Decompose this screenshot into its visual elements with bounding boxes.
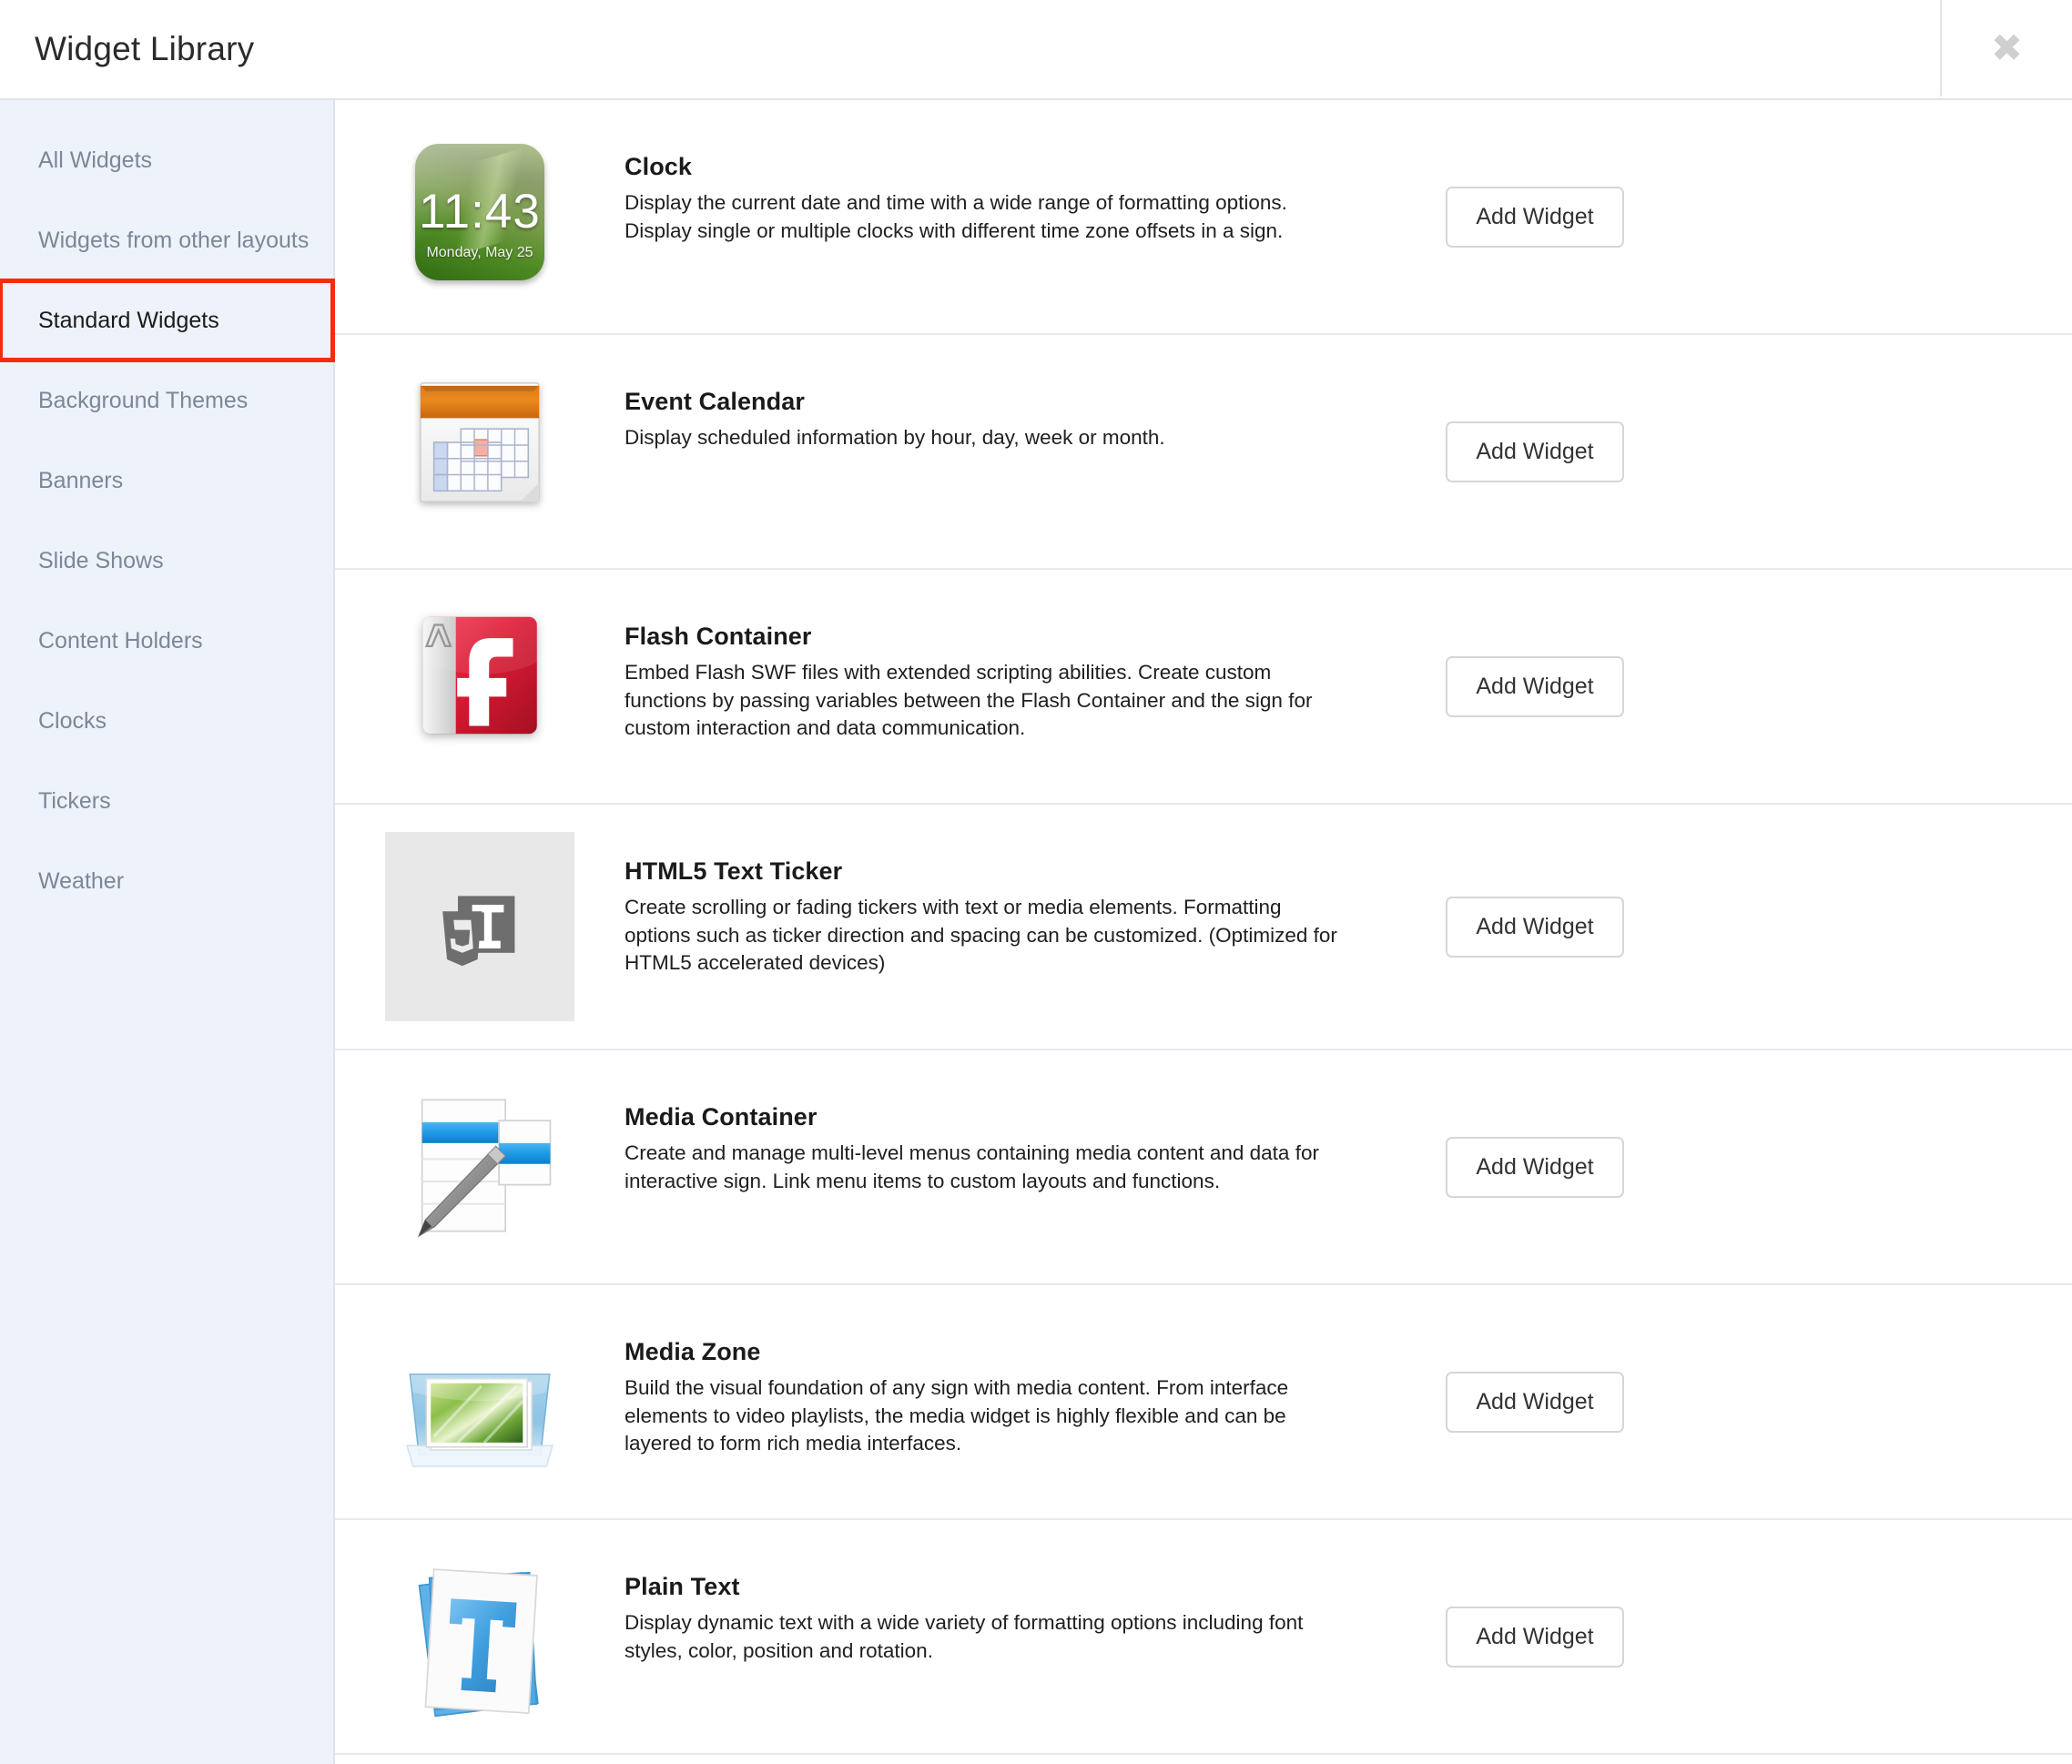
plain-text-icon	[418, 1568, 539, 1718]
widget-text-cell: Event Calendar Display scheduled informa…	[625, 362, 1380, 452]
widget-icon-cell	[335, 1547, 625, 1724]
widget-action-cell: Add Widget	[1380, 186, 1690, 248]
widget-action-cell: Add Widget	[1380, 896, 1690, 958]
close-icon[interactable]: ✖	[1942, 0, 2072, 96]
sidebar-item-widgets-from-other-layouts[interactable]: Widgets from other layouts	[0, 200, 333, 280]
widget-title: Media Zone	[625, 1338, 761, 1365]
sidebar-item-weather[interactable]: Weather	[0, 841, 333, 921]
flash-icon	[422, 616, 537, 735]
widget-icon-cell	[335, 1078, 625, 1249]
sidebar-item-standard-widgets[interactable]: Standard Widgets	[0, 279, 335, 362]
sidebar-item-all-widgets[interactable]: All Widgets	[0, 120, 333, 200]
widget-text-cell: Flash Container Embed Flash SWF files wi…	[625, 597, 1380, 743]
widget-row: Event Calendar Display scheduled informa…	[335, 335, 2072, 570]
clock-icon-time: 11:43	[419, 184, 541, 238]
widget-action-cell: Add Widget	[1380, 1371, 1690, 1433]
dialog-body: All Widgets Widgets from other layouts S…	[0, 100, 2072, 1764]
widget-description: Create and manage multi-level menus cont…	[625, 1141, 1319, 1192]
widget-library-dialog: Widget Library ✖ All Widgets Widgets fro…	[0, 0, 2072, 1764]
widget-title: Event Calendar	[625, 388, 805, 415]
widget-title: Clock	[625, 153, 693, 180]
sidebar-item-label: Content Holders	[38, 627, 203, 654]
media-container-icon	[417, 1099, 552, 1238]
sidebar-item-label: Widgets from other layouts	[38, 227, 310, 253]
clock-icon-date: Monday, May 25	[426, 244, 533, 260]
media-zone-icon	[406, 1374, 554, 1467]
add-widget-button[interactable]: Add Widget	[1446, 1136, 1624, 1198]
sidebar-item-label: All Widgets	[38, 147, 153, 173]
widget-title: HTML5 Text Ticker	[625, 857, 843, 885]
widget-row: Media Container Create and manage multi-…	[335, 1050, 2072, 1285]
widget-text-cell: HTML5 Text Ticker Create scrolling or fa…	[625, 832, 1380, 978]
sidebar-item-label: Background Themes	[38, 387, 249, 413]
widget-action-cell: Add Widget	[1380, 655, 1690, 717]
widget-action-cell: Add Widget	[1380, 421, 1690, 482]
sidebar-item-label: Slide Shows	[38, 547, 164, 573]
add-widget-button[interactable]: Add Widget	[1446, 896, 1624, 958]
widget-text-cell: Media Container Create and manage multi-…	[625, 1078, 1380, 1195]
widget-title: Media Container	[625, 1103, 818, 1130]
sidebar-item-label: Tickers	[38, 787, 111, 814]
add-widget-button[interactable]: Add Widget	[1446, 421, 1624, 482]
sidebar-item-tickers[interactable]: Tickers	[0, 761, 333, 841]
category-sidebar: All Widgets Widgets from other layouts S…	[0, 100, 335, 1764]
sidebar-item-slide-shows[interactable]: Slide Shows	[0, 521, 333, 601]
html5-ticker-icon	[385, 832, 574, 1021]
widget-description: Embed Flash SWF files with extended scri…	[625, 661, 1313, 740]
sidebar-item-background-themes[interactable]: Background Themes	[0, 360, 333, 441]
widget-description: Build the visual foundation of any sign …	[625, 1376, 1289, 1455]
widget-action-cell: Add Widget	[1380, 1606, 1690, 1668]
widget-row: Media Zone Build the visual foundation o…	[335, 1285, 2072, 1520]
widget-row: Plain Text Display dynamic text with a w…	[335, 1520, 2072, 1755]
sidebar-item-label: Banners	[38, 467, 124, 493]
widget-description: Create scrolling or fading tickers with …	[625, 896, 1337, 975]
sidebar-item-clocks[interactable]: Clocks	[0, 681, 333, 761]
sidebar-item-banners[interactable]: Banners	[0, 441, 333, 521]
widget-icon-cell	[335, 597, 625, 743]
add-widget-button[interactable]: Add Widget	[1446, 1606, 1624, 1668]
widget-list: 11:43 Monday, May 25 Clock Display the c…	[335, 100, 2072, 1764]
sidebar-item-label: Weather	[38, 867, 125, 894]
clock-icon: 11:43 Monday, May 25	[415, 144, 544, 280]
add-widget-button[interactable]: Add Widget	[1446, 1371, 1624, 1433]
dialog-header: Widget Library ✖	[0, 0, 2072, 100]
sidebar-item-label: Standard Widgets	[38, 307, 219, 333]
calendar-icon	[420, 382, 540, 502]
add-widget-button[interactable]: Add Widget	[1446, 186, 1624, 248]
widget-row: HTML5 Text Ticker Create scrolling or fa…	[335, 805, 2072, 1050]
widget-description: Display dynamic text with a wide variety…	[625, 1611, 1304, 1662]
widget-description: Display the current date and time with a…	[625, 191, 1287, 242]
widget-text-cell: Media Zone Build the visual foundation o…	[625, 1313, 1380, 1458]
widget-description: Display scheduled information by hour, d…	[625, 426, 1165, 449]
widget-title: Plain Text	[625, 1573, 740, 1600]
widget-title: Flash Container	[625, 623, 812, 650]
widget-row: 11:43 Monday, May 25 Clock Display the c…	[335, 100, 2072, 335]
widget-icon-cell	[335, 362, 625, 512]
widget-icon-cell	[335, 832, 625, 1021]
widget-action-cell: Add Widget	[1380, 1136, 1690, 1198]
widget-text-cell: Plain Text Display dynamic text with a w…	[625, 1547, 1380, 1665]
widget-icon-cell: 11:43 Monday, May 25	[335, 127, 625, 280]
widget-icon-cell	[335, 1313, 625, 1478]
sidebar-item-label: Clocks	[38, 707, 107, 734]
widget-row: Flash Container Embed Flash SWF files wi…	[335, 570, 2072, 805]
sidebar-item-content-holders[interactable]: Content Holders	[0, 601, 333, 681]
dialog-title: Widget Library	[35, 30, 255, 67]
add-widget-button[interactable]: Add Widget	[1446, 655, 1624, 717]
widget-text-cell: Clock Display the current date and time …	[625, 127, 1380, 245]
